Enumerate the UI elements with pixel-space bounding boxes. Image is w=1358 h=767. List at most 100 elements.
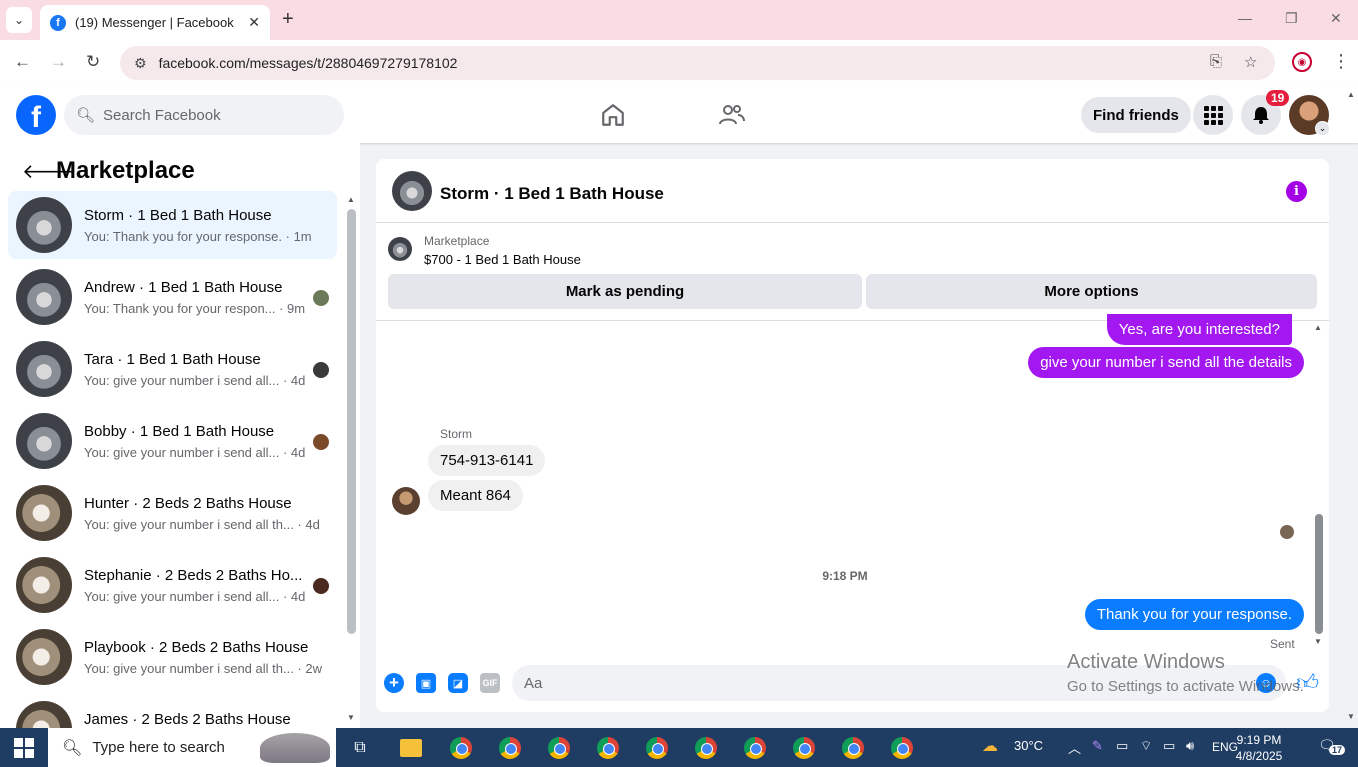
sender-avatar[interactable] <box>392 487 420 515</box>
meet-icon[interactable]: ▭ <box>1116 738 1128 754</box>
weather-icon[interactable]: ☁ <box>982 736 998 756</box>
received-message[interactable]: Meant 864 <box>428 480 523 511</box>
listing-thumbnail <box>16 485 72 541</box>
conversation-item[interactable]: Storm · 1 Bed 1 Bath House You: Thank yo… <box>8 191 337 259</box>
chrome-icon[interactable] <box>792 736 816 760</box>
emoji-icon[interactable]: ☺ <box>1256 673 1276 693</box>
chrome-icon[interactable] <box>449 736 473 760</box>
conversation-name: Tara · 1 Bed 1 Bath House <box>84 351 261 368</box>
message-input[interactable] <box>512 665 1286 701</box>
forward-icon[interactable]: → <box>50 52 67 72</box>
pen-icon[interactable]: ✎ <box>1092 738 1103 754</box>
browser-tab[interactable]: f (19) Messenger | Facebook ✕ <box>40 5 270 40</box>
delivery-status: Sent <box>1270 637 1295 651</box>
conversation-item[interactable]: Bobby · 1 Bed 1 Bath House You: give you… <box>8 407 337 475</box>
conversation-item[interactable]: James · 2 Beds 2 Baths House <box>8 695 337 728</box>
conversation-item[interactable]: Playbook · 2 Beds 2 Baths House You: giv… <box>8 623 337 691</box>
search-icon: 🔍︎ <box>62 739 83 757</box>
file-explorer-icon[interactable] <box>399 736 423 760</box>
minimize-icon[interactable]: — <box>1238 10 1252 26</box>
panel-title: Marketplace <box>56 157 195 184</box>
find-friends-button[interactable]: Find friends <box>1081 97 1191 133</box>
listing-thumbnail <box>16 413 72 469</box>
image-attach-icon[interactable]: ▣ <box>416 673 436 693</box>
chevron-down-icon[interactable]: ⌄ <box>1315 121 1330 136</box>
wifi-icon[interactable]: ⌔ <box>1140 738 1152 754</box>
conversation-item[interactable]: Andrew · 1 Bed 1 Bath House You: Thank y… <box>8 263 337 331</box>
chrome-icon[interactable] <box>841 736 865 760</box>
site-info-icon[interactable]: ⚙ <box>134 55 147 72</box>
list-scroll-down-arrow[interactable]: ▼ <box>347 713 355 722</box>
chrome-profile-icon[interactable]: ◉ <box>1292 52 1312 72</box>
friends-icon[interactable] <box>718 101 746 129</box>
page-scroll-up-arrow[interactable]: ▲ <box>1347 90 1355 99</box>
chrome-icon[interactable] <box>547 736 571 760</box>
chrome-icon[interactable] <box>498 736 522 760</box>
task-view-icon[interactable]: ⧉ <box>348 736 372 760</box>
bookmark-star-icon[interactable]: ☆ <box>1244 53 1257 71</box>
chat-listing-avatar[interactable] <box>392 171 432 211</box>
chrome-icon[interactable] <box>694 736 718 760</box>
gif-icon[interactable]: GIF <box>480 673 500 693</box>
windows-start-icon[interactable] <box>14 738 34 758</box>
sent-message[interactable]: Yes, are you interested? <box>1106 314 1292 345</box>
back-icon[interactable]: ← <box>14 52 31 72</box>
conversation-name: Playbook · 2 Beds 2 Baths House <box>84 639 309 656</box>
list-scrollbar-thumb[interactable] <box>347 209 356 634</box>
chrome-icon[interactable] <box>596 736 620 760</box>
tab-search-chevron-icon[interactable]: ⌄ <box>6 7 32 33</box>
new-tab-icon[interactable]: + <box>282 8 294 31</box>
thumbs-up-icon[interactable]: 👍︎ <box>1296 669 1319 696</box>
sticker-icon[interactable]: ◪ <box>448 673 468 693</box>
chrome-icon[interactable] <box>645 736 669 760</box>
list-scroll-up-arrow[interactable]: ▲ <box>347 195 355 204</box>
facebook-favicon-icon: f <box>50 14 66 31</box>
chrome-menu-icon[interactable]: ⋮ <box>1332 51 1350 72</box>
facebook-search-input[interactable] <box>103 106 324 124</box>
info-icon[interactable]: i <box>1286 181 1307 202</box>
chrome-icon[interactable] <box>890 736 914 760</box>
volume-icon[interactable]: 🔊︎ <box>1186 738 1194 754</box>
received-message[interactable]: 754-913-6141 <box>428 445 546 476</box>
taskbar-search[interactable]: 🔍︎ Type here to search <box>48 728 336 767</box>
clock-date: 4/8/2025 <box>1235 749 1283 763</box>
chrome-icon[interactable] <box>743 736 767 760</box>
close-tab-icon[interactable]: ✕ <box>248 14 260 31</box>
notification-badge: 19 <box>1266 90 1290 106</box>
reload-icon[interactable]: ↻ <box>86 52 100 72</box>
conversation-item[interactable]: Stephanie · 2 Beds 2 Baths Ho... You: gi… <box>8 551 337 619</box>
notification-count-badge: 17 <box>1329 745 1346 755</box>
conversation-item[interactable]: Tara · 1 Bed 1 Bath House You: give your… <box>8 335 337 403</box>
search-icon: 🔍︎ <box>76 107 96 124</box>
conversation-name: Bobby · 1 Bed 1 Bath House <box>84 423 275 440</box>
battery-icon[interactable]: ▭ <box>1163 738 1175 754</box>
listing-thumbnail <box>16 701 72 728</box>
menu-grid-icon[interactable] <box>1193 95 1233 135</box>
plus-icon[interactable]: + <box>384 673 404 693</box>
chat-scroll-down-arrow[interactable]: ▼ <box>1314 637 1322 646</box>
facebook-header: f 🔍︎ Find friends 19 ⌄ <box>0 87 1358 143</box>
facebook-search[interactable]: 🔍︎ <box>64 95 344 135</box>
close-window-icon[interactable]: ✕ <box>1330 10 1342 27</box>
facebook-logo-icon[interactable]: f <box>16 95 56 135</box>
listing-source: Marketplace <box>424 234 490 248</box>
conversation-snippet: You: give your number i send all th... ·… <box>84 517 320 532</box>
chat-title[interactable]: Storm · 1 Bed 1 Bath House <box>440 184 664 204</box>
omnibox[interactable]: ⚙ facebook.com/messages/t/28804697279178… <box>120 46 1275 80</box>
tray-chevron-up-icon[interactable]: ︿ <box>1068 738 1081 757</box>
weather-temp[interactable]: 30°C <box>1014 738 1043 753</box>
mark-as-pending-button[interactable]: Mark as pending <box>388 274 862 309</box>
home-icon[interactable] <box>599 101 627 129</box>
chat-scroll-up-arrow[interactable]: ▲ <box>1314 323 1322 332</box>
conversation-name: James · 2 Beds 2 Baths House <box>84 711 291 728</box>
conversation-item[interactable]: Hunter · 2 Beds 2 Baths House You: give … <box>8 479 337 547</box>
taskbar-clock[interactable]: 9:19 PM 4/8/2025 <box>1224 732 1294 764</box>
chat-scrollbar-thumb[interactable] <box>1315 514 1323 634</box>
page-scroll-down-arrow[interactable]: ▼ <box>1347 712 1355 721</box>
message-thread: Yes, are you interested? give your numbe… <box>376 314 1329 651</box>
sent-message[interactable]: give your number i send all the details <box>1028 347 1304 378</box>
sent-message[interactable]: Thank you for your response. <box>1084 599 1304 630</box>
maximize-icon[interactable]: ❐ <box>1285 10 1298 27</box>
more-options-button[interactable]: More options <box>866 274 1317 309</box>
install-app-icon[interactable]: ⎘ <box>1210 53 1222 70</box>
